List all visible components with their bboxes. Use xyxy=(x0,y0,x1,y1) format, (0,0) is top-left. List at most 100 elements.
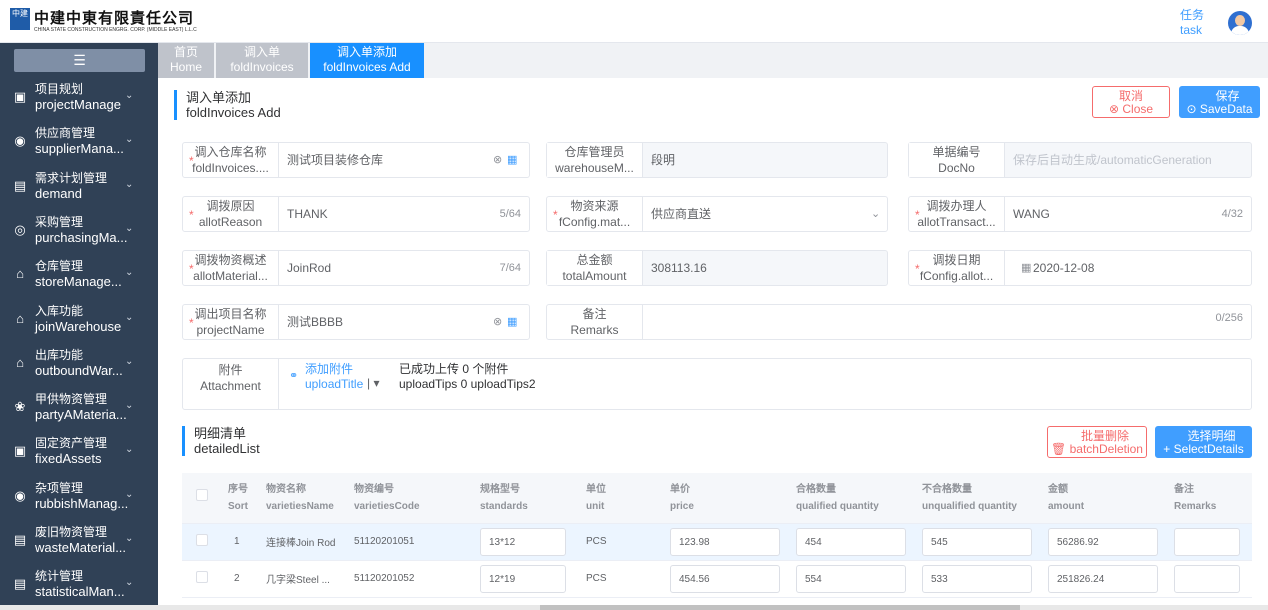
table-row[interactable]: 1 连接棒Join Rod 51120201051 13*12 PCS 123.… xyxy=(182,523,1252,561)
menu-item-icon: ▣ xyxy=(13,443,27,459)
table-header-row: 序号 Sort 物资名称 varietiesName 物资编号 varietiesCo… xyxy=(182,473,1252,524)
sidebar: ☰ ▣ 项目规划 projectManage ⌄ ◉ 供应商管理 supplierMana.… xyxy=(0,43,158,610)
remarks-field[interactable]: 备注 Remarks 0/256 xyxy=(546,304,1252,340)
sidebar-item-label-en: rubbishManag... xyxy=(35,495,129,511)
sidebar-item-label-cn: 统计管理 xyxy=(35,569,84,584)
select-details-button[interactable]: 选择明细 + SelectDetails xyxy=(1155,426,1252,458)
docno-field: 单据编号 DocNo 保存后自动生成/automaticGeneration xyxy=(908,142,1252,178)
menu-item-icon: ⌂ xyxy=(16,354,24,370)
menu-item-icon: ▤ xyxy=(13,177,27,193)
warehouse-field[interactable]: * 调入仓库名称 foldInvoices.... 测试项目装修仓库 ⊗ ▦ xyxy=(182,142,530,178)
company-logo: 中建 xyxy=(10,8,30,30)
grid-icon[interactable]: ▦ xyxy=(507,305,517,339)
sidebar-item-fixedassets[interactable]: ▣ 固定资产管理 fixedAssets ⌄ xyxy=(0,430,158,474)
sidebar-item-label-en: purchasingMa... xyxy=(35,229,128,245)
detail-title: 明细清单 detailedList xyxy=(182,426,260,456)
sidebar-item-storemanage[interactable]: ⌂ 仓库管理 storeManage... ⌄ xyxy=(0,253,158,297)
sidebar-item-joinwarehouse[interactable]: ⌂ 入库功能 joinWarehouse ⌄ xyxy=(0,298,158,342)
save-button[interactable]: 保存 ⊙ SaveData xyxy=(1179,86,1260,118)
sidebar-item-label-en: wasteMaterial... xyxy=(35,540,127,555)
chevron-down-icon: ⌄ xyxy=(871,208,881,220)
tab-foldinvoices[interactable]: 调入单 foldInvoices xyxy=(216,43,308,78)
sidebar-item-statisticalman[interactable]: ▤ 统计管理 statisticalMan... ⌄ xyxy=(0,563,158,607)
standards-input[interactable]: 13*12 xyxy=(480,527,566,556)
chevron-down-icon: ⌄ xyxy=(125,577,134,589)
detail-table: 序号 Sort 物资名称 varietiesName 物资编号 varietiesCo… xyxy=(182,473,1252,598)
page-title: 调入单添加 foldInvoices Add xyxy=(174,90,281,120)
select-all-checkbox[interactable] xyxy=(196,488,208,501)
task-link[interactable]: 任务 task xyxy=(1180,8,1204,38)
sidebar-item-label-cn: 仓库管理 xyxy=(35,259,84,274)
chevron-down-icon: ⌄ xyxy=(125,400,134,412)
sidebar-item-label-cn: 甲供物资管理 xyxy=(35,392,108,407)
date-field[interactable]: * 调拨日期 fConfig.allot... ▦ 2020-12-08 xyxy=(908,250,1252,286)
sidebar-item-rubbishmanag[interactable]: ◉ 杂项管理 rubbishManag... ⌄ xyxy=(0,475,158,519)
sidebar-item-purchasingma[interactable]: ◎ 采购管理 purchasingMa... ⌄ xyxy=(0,209,158,253)
chevron-down-icon: ⌄ xyxy=(125,134,134,146)
sidebar-item-label-en: storeManage... xyxy=(35,274,122,290)
amount-input[interactable]: 56286.92 xyxy=(1048,527,1158,556)
qualified-qty-input[interactable]: 554 xyxy=(796,564,906,593)
sidebar-item-outboundwar[interactable]: ⌂ 出库功能 outboundWar... ⌄ xyxy=(0,342,158,386)
grid-icon[interactable]: ▦ xyxy=(507,143,517,177)
menu-item-icon: ◉ xyxy=(14,133,26,149)
sidebar-item-suppliermana[interactable]: ◉ 供应商管理 supplierMana... ⌄ xyxy=(0,120,158,164)
handler-field[interactable]: * 调拨办理人 allotTransact... WANG 4/32 xyxy=(908,196,1252,232)
sidebar-item-label-cn: 入库功能 xyxy=(35,303,84,318)
main-content: 调入单添加 foldInvoices Add 取消 ⊗ Close 保存 ⊙ Save… xyxy=(158,78,1268,610)
menu-icon: ☰ xyxy=(73,52,86,68)
unqualified-qty-input[interactable]: 545 xyxy=(922,527,1032,556)
tab-foldinvoices-add[interactable]: 调入单添加 foldInvoices Add xyxy=(310,43,424,78)
sidebar-item-label-en: joinWarehouse xyxy=(35,318,122,334)
attachment-field: 附件 Attachment ⚭ 添加附件 uploadTitle | ▾ 已成功上传… xyxy=(182,358,1252,410)
tab-home[interactable]: 首页 Home xyxy=(158,43,214,78)
standards-input[interactable]: 12*19 xyxy=(480,564,566,593)
menu-item-icon: ◉ xyxy=(14,487,26,503)
remarks-input[interactable] xyxy=(1174,527,1240,556)
sidebar-toggle-button[interactable]: ☰ xyxy=(14,49,145,72)
user-avatar[interactable] xyxy=(1228,11,1252,35)
sidebar-item-label-cn: 供应商管理 xyxy=(35,126,96,141)
menu-item-icon: ▤ xyxy=(13,576,27,592)
batch-delete-button[interactable]: 批量删除 🗑 batchDeletion xyxy=(1047,426,1147,458)
row-checkbox[interactable] xyxy=(196,571,208,583)
sidebar-item-label-en: projectManage xyxy=(35,97,121,112)
amount-input[interactable]: 251826.24 xyxy=(1048,564,1158,593)
check-circle-icon: ⊙ xyxy=(1186,102,1197,116)
project-field[interactable]: * 调出项目名称 projectName 测试BBBB ⊗ ▦ xyxy=(182,304,530,340)
horizontal-scrollbar[interactable] xyxy=(0,605,1268,610)
clear-icon[interactable]: ⊗ xyxy=(493,143,502,177)
sidebar-item-label-en: outboundWar... xyxy=(35,362,123,378)
source-select[interactable]: * 物资来源 fConfig.mat... 供应商直送 ⌄ xyxy=(546,196,888,232)
chevron-down-icon: ⌄ xyxy=(125,444,134,456)
unqualified-qty-input[interactable]: 533 xyxy=(922,564,1032,593)
sidebar-item-projectmanage[interactable]: ▣ 项目规划 projectManage ⌄ xyxy=(0,76,158,120)
sidebar-item-label-cn: 项目规划 xyxy=(35,82,84,96)
row-checkbox[interactable] xyxy=(196,534,208,546)
qualified-qty-input[interactable]: 454 xyxy=(796,527,906,556)
clear-icon[interactable]: ⊗ xyxy=(493,305,502,339)
menu-item-icon: ❀ xyxy=(14,399,26,415)
sidebar-item-label-en: supplierMana... xyxy=(35,141,124,157)
chevron-down-icon: ⌄ xyxy=(125,90,134,101)
chevron-down-icon: ⌄ xyxy=(125,488,134,500)
sidebar-item-label-cn: 需求计划管理 xyxy=(35,170,108,185)
reason-field[interactable]: * 调拨原因 allotReason THANK 5/64 xyxy=(182,196,530,232)
price-input[interactable]: 123.98 xyxy=(670,527,780,556)
company-name-en: CHINA STATE CONSTRUCTION ENGRG. CORP. (M… xyxy=(34,27,197,33)
chevron-down-icon: ⌄ xyxy=(125,355,134,367)
close-button[interactable]: 取消 ⊗ Close xyxy=(1092,86,1170,118)
sidebar-item-label-cn: 固定资产管理 xyxy=(35,436,108,451)
sidebar-item-wastematerial[interactable]: ▤ 废旧物资管理 wasteMaterial... ⌄ xyxy=(0,519,158,563)
summary-field[interactable]: * 调拨物资概述 allotMaterial... JoinRod 7/64 xyxy=(182,250,530,286)
upload-dropdown-icon[interactable]: | ▾ xyxy=(367,376,379,390)
sidebar-item-demand[interactable]: ▤ 需求计划管理 demand ⌄ xyxy=(0,165,158,209)
table-row[interactable]: 2 几字梁Steel ... 51120201052 12*19 PCS 454… xyxy=(182,560,1252,598)
remarks-input[interactable] xyxy=(1174,564,1240,593)
chevron-down-icon: ⌄ xyxy=(125,311,134,323)
chevron-down-icon: ⌄ xyxy=(125,178,134,190)
sidebar-item-partyamateria[interactable]: ❀ 甲供物资管理 partyAMateria... ⌄ xyxy=(0,386,158,430)
price-input[interactable]: 454.56 xyxy=(670,564,780,593)
sidebar-item-label-en: statisticalMan... xyxy=(35,584,125,600)
upload-button[interactable]: 添加附件 uploadTitle xyxy=(305,362,363,392)
